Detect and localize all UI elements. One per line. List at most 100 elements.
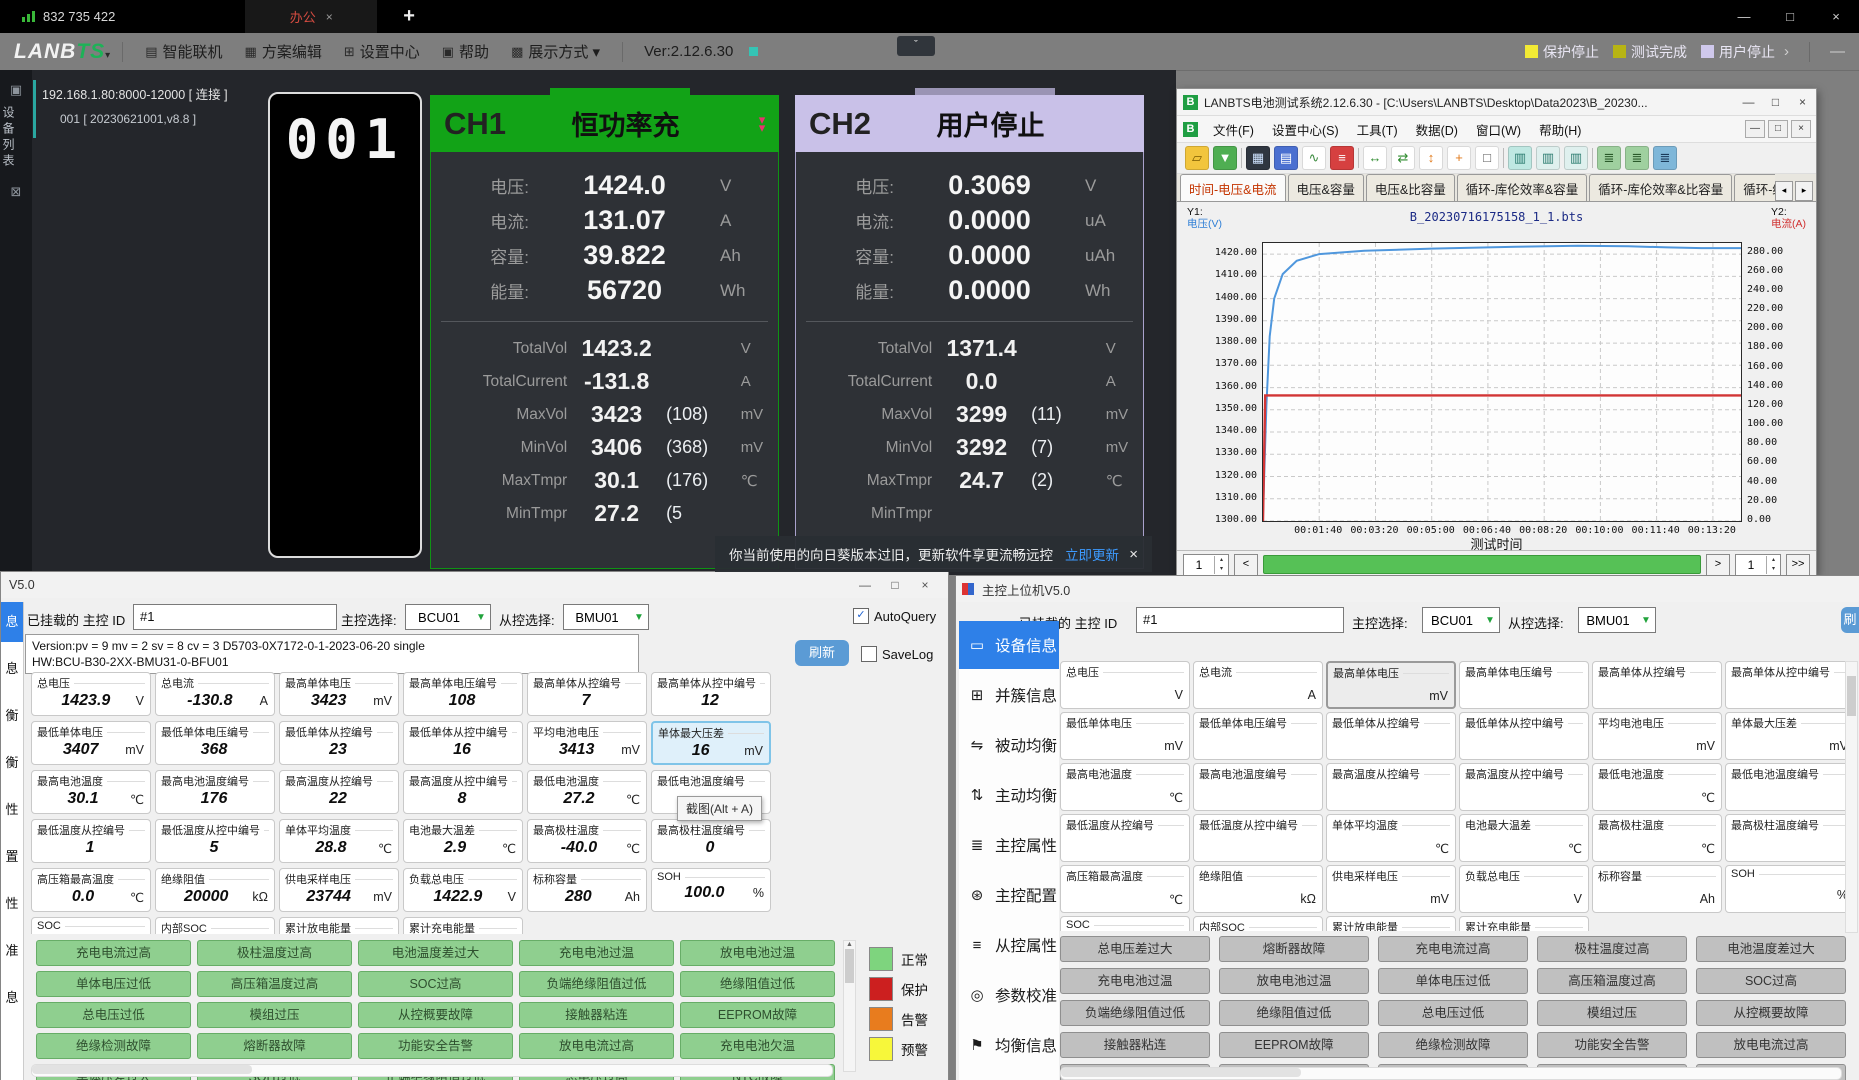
collapse-icon[interactable]: — [1830, 43, 1845, 60]
window-control-button[interactable]: □ [1767, 0, 1813, 33]
data-cell[interactable]: 最低电池温度 27.2℃ [527, 770, 647, 814]
ch1-top-tab[interactable] [550, 88, 690, 95]
data-cell[interactable]: 最高温度从控编号 [1326, 763, 1456, 811]
left-window-control[interactable]: □ [880, 578, 910, 592]
data-cell[interactable]: 最高极柱温度 -40.0℃ [527, 819, 647, 863]
nav-master-config[interactable]: ⊛ 主控配置 [959, 871, 1059, 919]
rail-nav-item[interactable]: 息 [1, 978, 23, 1018]
mdi-control[interactable]: × [1791, 120, 1811, 138]
data-cell[interactable]: 标称容量 Ah [1592, 865, 1722, 913]
rail-nav-item[interactable]: 准 [1, 931, 23, 971]
data-cell[interactable]: 负载总电压 V [1459, 865, 1589, 913]
log-icon[interactable]: ≡ [1330, 146, 1354, 170]
tab-office[interactable]: 办公 × [245, 0, 377, 33]
split-3-icon[interactable]: ▥ [1536, 146, 1560, 170]
mounted-id-input[interactable]: #1 [133, 604, 337, 630]
data-cell[interactable]: 累计充电能量 [1459, 916, 1589, 931]
menu-settings-center[interactable]: ⊞设置中心 [344, 41, 420, 62]
tab-time-vol-cur[interactable]: 时间-电压&电流 [1180, 174, 1286, 201]
data-cell[interactable]: 最低温度从控中编号 5 [155, 819, 275, 863]
window-control-button[interactable]: × [1813, 0, 1859, 33]
data-cell[interactable]: 供电采样电压 mV [1326, 865, 1456, 913]
menu-smart-link[interactable]: ▤智能联机 [145, 41, 222, 62]
ch2-top-tab[interactable] [915, 88, 1055, 95]
table-3-icon[interactable]: ≣ [1653, 146, 1677, 170]
data-cell[interactable]: 总电流 A [1193, 661, 1323, 709]
toolbar-icon[interactable] [1503, 148, 1504, 168]
data-cell[interactable]: 绝缘阻值 20000kΩ [155, 868, 275, 912]
slave-select-combo[interactable]: BMU01▼ [1578, 607, 1656, 633]
last-button[interactable]: >> [1786, 554, 1810, 576]
data-cell[interactable]: 最高极柱温度编号 [1725, 814, 1855, 862]
slave-select-combo[interactable]: BMU01▼ [563, 604, 649, 630]
data-cell[interactable]: 最低温度从控编号 [1060, 814, 1190, 862]
horizontal-scrollbar[interactable] [31, 1064, 833, 1077]
pulldown-button[interactable]: ˇ [897, 36, 935, 56]
tab-scroll-right[interactable]: ▸ [1795, 181, 1813, 201]
menu-plan-edit[interactable]: ▦方案编辑 [245, 41, 322, 62]
chart-window-control[interactable]: × [1789, 95, 1816, 109]
data-cell[interactable]: 累计放电能量 [279, 917, 399, 934]
table-2-icon[interactable]: ≣ [1625, 146, 1649, 170]
data-cell[interactable]: 最低单体从控编号 [1326, 712, 1456, 760]
data-cell[interactable]: 最高温度从控中编号 [1459, 763, 1589, 811]
data-cell[interactable]: SOH % [1725, 865, 1855, 913]
cw-menu-window[interactable]: 窗口(W) [1476, 120, 1521, 139]
tree-connection[interactable]: 192.168.1.80:8000-12000 [ 连接 ] [42, 84, 274, 103]
data-cell[interactable]: 总电压 1423.9V [31, 672, 151, 716]
table-1-icon[interactable]: ≣ [1597, 146, 1621, 170]
master-select-combo[interactable]: BCU01▼ [405, 604, 491, 630]
rail-nav-item[interactable]: 置 [1, 837, 23, 877]
prev-button[interactable]: < [1234, 554, 1258, 576]
toolbar-icon[interactable] [1592, 148, 1593, 168]
mounted-id-input[interactable]: #1 [1136, 607, 1344, 633]
chart-window-control[interactable]: — [1735, 95, 1762, 109]
data-cell[interactable]: 最高电池温度 30.1℃ [31, 770, 151, 814]
chart-scrollbar[interactable] [1263, 555, 1701, 574]
ch1-dropdown-icon[interactable]: ▾▾ [745, 116, 779, 132]
data-cell[interactable]: 最低单体电压 mV [1060, 712, 1190, 760]
data-cell[interactable]: 最高单体电压 3423mV [279, 672, 399, 716]
data-cell[interactable]: 最高电池温度编号 [1193, 763, 1323, 811]
left-window-control[interactable]: — [850, 578, 880, 592]
tab-close-icon[interactable]: × [326, 10, 333, 24]
nav-slave-props[interactable]: ≡ 从控属性 [959, 921, 1059, 969]
rail-nav-item[interactable]: 衡 [1, 696, 23, 736]
nav-param-calib[interactable]: ◎ 参数校准 [959, 971, 1059, 1019]
data-cell[interactable]: 最高极柱温度编号 0 [651, 819, 771, 863]
data-cell[interactable]: 单体平均温度 28.8℃ [279, 819, 399, 863]
data-cell[interactable]: 最高单体电压 mV [1326, 661, 1456, 709]
rail-nav-item[interactable]: 衡 [1, 743, 23, 783]
open-file-icon[interactable]: ▱ [1185, 146, 1209, 170]
menu-help[interactable]: ▣帮助 [442, 41, 489, 62]
mdi-control[interactable]: — [1745, 120, 1765, 138]
nav-cluster-info[interactable]: ⊞ 并簇信息 [959, 671, 1059, 719]
window-control-button[interactable]: — [1721, 0, 1767, 33]
data-cell[interactable]: 累计放电能量 [1326, 916, 1456, 931]
page-spinner-left[interactable]: 1▴▾ [1183, 554, 1229, 576]
data-cell[interactable]: 最高温度从控中编号 8 [403, 770, 523, 814]
data-cell[interactable]: 电池最大温差 ℃ [1459, 814, 1589, 862]
savelog-checkbox[interactable]: SaveLog [861, 646, 933, 662]
data-cell[interactable]: 高压箱最高温度 ℃ [1060, 865, 1190, 913]
data-cell[interactable]: 高压箱最高温度 0.0℃ [31, 868, 151, 912]
chart-window-titlebar[interactable]: B LANBTS电池测试系统2.12.6.30 - [C:\Users\LANB… [1177, 89, 1816, 116]
data-cell[interactable]: 最高极柱温度 ℃ [1592, 814, 1722, 862]
cw-menu-tools[interactable]: 工具(T) [1357, 120, 1398, 139]
zoom-y-icon[interactable]: ↕ [1419, 146, 1443, 170]
tab-cycle-eff-spec-cap[interactable]: 循环-库伦效率&比容量 [1589, 174, 1732, 201]
chevron-right-icon[interactable]: › [1784, 43, 1789, 60]
data-cell[interactable]: 最低单体电压编号 368 [155, 721, 275, 765]
split-4-icon[interactable]: ▥ [1564, 146, 1588, 170]
data-cell[interactable]: SOC [1060, 916, 1190, 931]
data-cell[interactable]: 最高单体电压编号 [1459, 661, 1589, 709]
left-window-titlebar[interactable]: V5.0 —□× [1, 572, 948, 598]
nav-device-info[interactable]: ▭ 设备信息 [959, 621, 1059, 669]
new-tab-button[interactable]: + [403, 5, 415, 28]
tab-vol-cap[interactable]: 电压&容量 [1288, 174, 1364, 201]
mdi-control[interactable]: □ [1768, 120, 1788, 138]
refresh-button-clipped[interactable]: 刷新 [1841, 607, 1859, 633]
data-cell[interactable]: 平均电池电压 mV [1592, 712, 1722, 760]
rail-nav-item[interactable]: 性 [1, 884, 23, 924]
toolbar-icon[interactable] [1241, 148, 1242, 168]
